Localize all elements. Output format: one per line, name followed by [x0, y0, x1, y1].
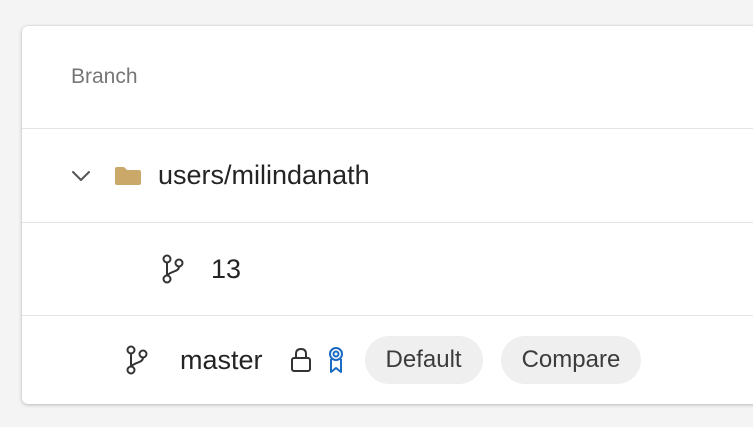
- branch-row[interactable]: 13: [22, 223, 753, 315]
- column-header: Branch: [22, 26, 753, 128]
- folder-icon: [114, 164, 144, 188]
- branch-name[interactable]: 13: [211, 254, 241, 285]
- folder-name[interactable]: users/milindanath: [158, 160, 370, 191]
- compare-tag[interactable]: Compare: [500, 336, 642, 384]
- column-header-branch[interactable]: Branch: [71, 65, 138, 89]
- lock-icon: [289, 345, 313, 375]
- branch-name[interactable]: master: [180, 345, 263, 376]
- chevron-down-icon[interactable]: [70, 165, 92, 187]
- git-branch-icon: [160, 254, 186, 284]
- ribbon-badge-icon[interactable]: [325, 345, 347, 375]
- folder-row[interactable]: users/milindanath: [22, 129, 753, 222]
- branch-row-master[interactable]: master Default Compare: [22, 316, 753, 404]
- default-tag[interactable]: Default: [364, 336, 483, 384]
- git-branch-icon: [124, 345, 150, 375]
- branches-panel: Branch users/milindanath 13 master Defau…: [22, 26, 753, 404]
